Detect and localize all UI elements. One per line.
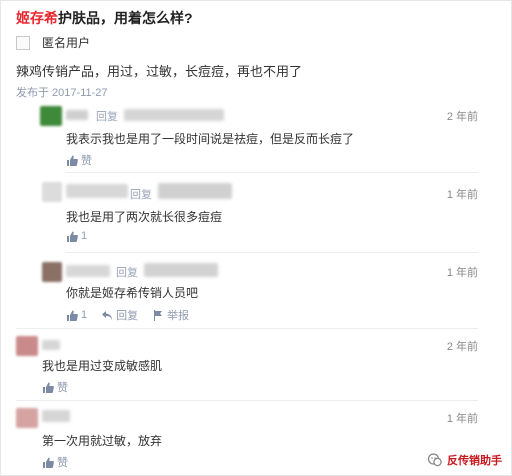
- comment-actions: 1: [66, 230, 101, 242]
- comment-actions: 赞: [42, 454, 82, 470]
- commenter-name[interactable]: [42, 410, 70, 422]
- post-date: 发布于 2017-11-27: [16, 87, 108, 99]
- commenter-avatar[interactable]: [42, 262, 62, 282]
- comment-text: 第一次用就过敏，放弃: [42, 434, 163, 448]
- divider: [66, 172, 478, 173]
- like-label: 赞: [57, 457, 68, 469]
- comment-item: 1 年前 第一次用就过敏，放弃 赞: [16, 406, 478, 470]
- report-action-label: 举报: [167, 310, 190, 322]
- reply-target-name[interactable]: [158, 183, 232, 199]
- like-label: 赞: [81, 155, 92, 167]
- comment-item: 2 年前 我也是用过变成敏感肌 赞: [16, 334, 478, 396]
- comment-actions: 赞: [42, 379, 82, 395]
- comment-item: 回复 2 年前 我表示我也是用了一段时间说是祛痘，但是反而长痘了 赞: [40, 104, 478, 168]
- comment-actions: 1 回复 举报: [66, 307, 203, 323]
- question-title-text: 护肤品，用着怎么样?: [58, 10, 193, 26]
- comment-item: 回复 1 年前 你就是姬存希传销人员吧 1 回复 举报: [40, 260, 478, 322]
- commenter-name[interactable]: [66, 265, 110, 277]
- like-button[interactable]: 赞: [42, 454, 68, 470]
- comment-time: 1 年前: [446, 189, 478, 201]
- divider: [16, 400, 478, 401]
- post-author: 匿名用户: [16, 34, 90, 51]
- comment-actions: 赞: [66, 152, 106, 168]
- divider: [16, 328, 478, 329]
- divider: [66, 252, 478, 253]
- comment-text: 我也是用了两次就长很多痘痘: [66, 210, 223, 224]
- flag-icon: [154, 309, 163, 321]
- thumbs-up-icon: [67, 155, 78, 166]
- thumbs-up-icon: [43, 457, 54, 468]
- like-count: 1: [81, 309, 88, 321]
- comment-text: 你就是姬存希传销人员吧: [66, 286, 199, 300]
- reply-action-label: 回复: [116, 310, 139, 322]
- commenter-name[interactable]: [66, 184, 128, 198]
- avatar: [16, 35, 30, 50]
- comment-time: 2 年前: [446, 341, 478, 353]
- like-button[interactable]: 赞: [66, 152, 92, 168]
- comment-item: 回复 1 年前 我也是用了两次就长很多痘痘 1: [40, 180, 478, 246]
- watermark: 反传销助手: [427, 452, 502, 468]
- comment-text: 我也是用过变成敏感肌: [42, 359, 163, 373]
- like-button[interactable]: 赞: [42, 379, 68, 395]
- like-button[interactable]: 1: [66, 309, 87, 321]
- thumbs-up-icon: [43, 382, 54, 393]
- commenter-avatar[interactable]: [40, 106, 62, 126]
- commenter-avatar[interactable]: [16, 336, 38, 356]
- commenter-avatar[interactable]: [42, 182, 62, 202]
- comment-time: 1 年前: [446, 413, 478, 425]
- like-label: 赞: [57, 382, 68, 394]
- like-button[interactable]: 1: [66, 230, 87, 242]
- reply-target-name[interactable]: [124, 109, 224, 121]
- reply-icon: [102, 310, 113, 320]
- commenter-name[interactable]: [42, 340, 60, 350]
- reply-target-name[interactable]: [144, 263, 218, 277]
- wechat-logo-icon: [427, 453, 442, 467]
- post-content: 辣鸡传销产品，用过，过敏，长痘痘，再也不用了: [16, 64, 303, 79]
- author-name: 匿名用户: [42, 36, 91, 50]
- like-count: 1: [81, 230, 88, 242]
- commenter-avatar[interactable]: [16, 408, 38, 428]
- report-button[interactable]: 举报: [152, 307, 189, 323]
- question-title[interactable]: 姬存希护肤品，用着怎么样?: [16, 8, 193, 28]
- reply-button[interactable]: 回复: [101, 307, 138, 323]
- thumbs-up-icon: [67, 231, 78, 242]
- reply-label: 回复: [96, 111, 118, 123]
- comment-time: 1 年前: [446, 267, 478, 279]
- comment-time: 2 年前: [446, 111, 478, 123]
- question-brand[interactable]: 姬存希: [16, 10, 58, 26]
- reply-label: 回复: [116, 267, 138, 279]
- reply-label: 回复: [130, 189, 152, 201]
- commenter-name[interactable]: [66, 110, 88, 120]
- thumbs-up-icon: [67, 310, 78, 321]
- comment-text: 我表示我也是用了一段时间说是祛痘，但是反而长痘了: [66, 132, 355, 146]
- watermark-text: 反传销助手: [447, 455, 502, 467]
